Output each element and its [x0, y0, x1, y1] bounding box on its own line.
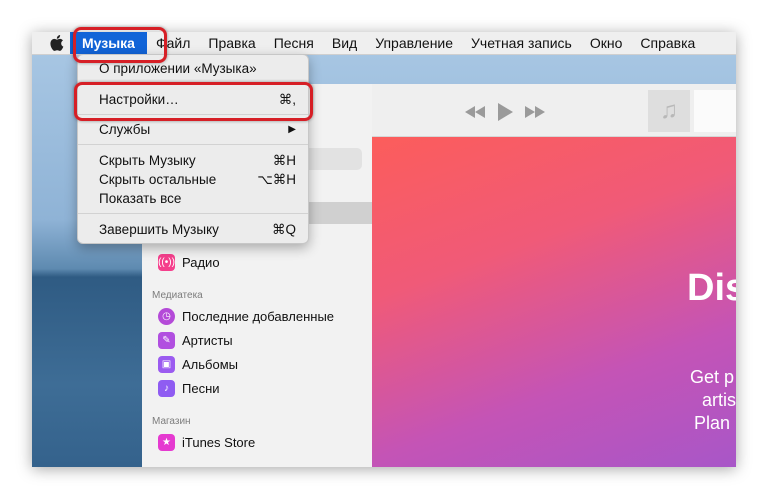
rewind-icon[interactable] — [464, 105, 486, 119]
menu-help[interactable]: Справка — [631, 32, 704, 54]
fast-forward-icon[interactable] — [524, 105, 546, 119]
sidebar-item-recently-added[interactable]: ◷ Последние добавленные — [158, 306, 334, 326]
sidebar-item-label: Альбомы — [182, 356, 238, 372]
now-playing-display — [694, 90, 736, 132]
menu-item-label: Службы — [99, 122, 151, 137]
music-note-icon: ♫ — [660, 97, 678, 124]
sidebar-item-songs[interactable]: ♪ Песни — [158, 378, 220, 398]
menu-item-shortcut: ⌥⌘H — [257, 172, 296, 187]
radio-icon: ((•)) — [158, 253, 175, 271]
transport-controls — [464, 102, 546, 122]
player-toolbar: ♫ — [372, 84, 736, 137]
sidebar-item-label: Артисты — [182, 332, 233, 348]
menu-item-label: О приложении «Музыка» — [99, 61, 257, 76]
menu-song[interactable]: Песня — [265, 32, 323, 54]
menu-item-services[interactable]: Службы ▶ — [78, 120, 308, 139]
menu-item-show-all[interactable]: Показать все — [78, 189, 308, 208]
sidebar-item-artists[interactable]: ✎ Артисты — [158, 330, 233, 350]
menu-item-label: Показать все — [99, 191, 182, 206]
banner-text-line: artis — [702, 390, 736, 410]
sidebar-item-itunes-store[interactable]: ★ iTunes Store — [158, 432, 255, 452]
sidebar-item-radio[interactable]: ((•)) Радио — [158, 252, 220, 272]
main-content-banner: Dis Get p artis Plan — [372, 137, 736, 467]
sidebar-item-label: Песни — [182, 380, 220, 396]
chevron-right-icon: ▶ — [288, 124, 296, 135]
menu-item-hide[interactable]: Скрыть Музыку ⌘H — [78, 151, 308, 170]
microphone-icon: ✎ — [158, 331, 175, 349]
menu-item-label: Скрыть Музыку — [99, 153, 196, 168]
sidebar-item-albums[interactable]: ▣ Альбомы — [158, 354, 238, 374]
clock-icon: ◷ — [158, 307, 175, 325]
menu-item-label: Завершить Музыку — [99, 222, 219, 237]
menu-item-quit[interactable]: Завершить Музыку ⌘Q — [78, 220, 308, 239]
banner-text-line: Get p — [690, 367, 735, 387]
menu-item-shortcut: ⌘H — [272, 153, 296, 168]
menu-account[interactable]: Учетная запись — [462, 32, 581, 54]
store-section-title: Магазин — [152, 416, 191, 427]
album-icon: ▣ — [158, 355, 175, 373]
menu-separator — [78, 213, 308, 214]
banner-text-line: Plan — [694, 413, 731, 433]
menu-view[interactable]: Вид — [323, 32, 366, 54]
menu-controls[interactable]: Управление — [366, 32, 462, 54]
menu-separator — [78, 144, 308, 145]
menu-edit[interactable]: Правка — [199, 32, 264, 54]
banner-title: Dis — [687, 267, 736, 309]
menu-item-label: Скрыть остальные — [99, 172, 217, 187]
menu-item-shortcut: ⌘Q — [271, 222, 296, 237]
sidebar-item-label: Радио — [182, 254, 220, 270]
highlight-preferences-item — [74, 82, 313, 121]
highlight-music-menu — [73, 27, 167, 63]
sidebar-item-label: Последние добавленные — [182, 308, 335, 324]
sidebar-item-label: iTunes Store — [182, 434, 256, 450]
star-icon: ★ — [158, 433, 175, 451]
now-playing-artwork: ♫ — [648, 90, 690, 132]
play-icon[interactable] — [496, 102, 514, 122]
menu-window[interactable]: Окно — [581, 32, 632, 54]
apple-logo-icon[interactable] — [44, 32, 70, 54]
menu-item-hide-others[interactable]: Скрыть остальные ⌥⌘H — [78, 170, 308, 189]
library-section-title: Медиатека — [152, 290, 203, 301]
music-note-icon: ♪ — [158, 379, 175, 397]
